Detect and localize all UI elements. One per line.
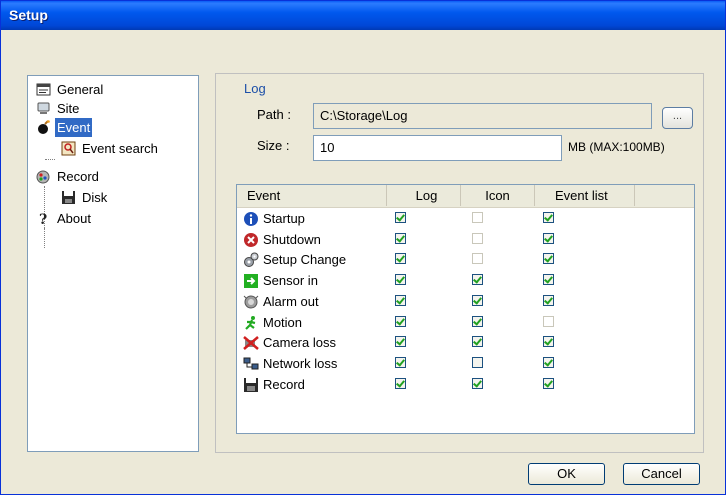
event-icon [38,120,50,134]
event-row[interactable]: Shutdown [237,229,694,250]
log-checkbox[interactable] [395,315,406,327]
tree-item-label: Event [55,118,93,137]
sensor-in-icon [244,274,258,289]
tree-connector [44,186,45,234]
event-row[interactable]: Startup [237,208,694,229]
ok-button[interactable]: OK [528,463,605,485]
log-checkbox[interactable] [395,212,406,223]
tree-item-label: Record [57,169,99,184]
event-search-icon [61,141,76,156]
info-icon [244,212,258,226]
event-list-checkbox[interactable] [543,356,554,368]
column-header-event[interactable]: Event [237,185,387,206]
icon-checkbox[interactable] [472,274,483,286]
column-header-icon[interactable]: Icon [461,185,535,206]
log-group-title: Log [244,81,266,96]
event-row[interactable]: Motion [237,312,694,333]
event-row[interactable]: Record [237,374,694,395]
event-row[interactable]: Setup Change [237,249,694,270]
title-bar[interactable]: Setup [1,1,725,30]
icon-checkbox[interactable] [472,212,483,223]
tree-connector [45,159,55,160]
icon-checkbox[interactable] [472,356,483,368]
tree-item-label: About [57,211,91,226]
size-field[interactable]: 10 [313,135,562,161]
icon-checkbox[interactable] [472,315,483,327]
event-name: Shutdown [263,231,321,247]
network-loss-icon [243,357,259,370]
shutdown-icon [244,232,258,247]
disk-icon [62,191,75,204]
event-name: Network loss [263,355,338,371]
event-row[interactable]: Camera loss [237,332,694,353]
event-list-checkbox[interactable] [543,232,554,244]
site-icon [37,102,50,114]
gears-icon [244,252,259,268]
event-name: Alarm out [263,293,319,309]
event-name: Setup Change [263,252,347,268]
event-list-checkbox[interactable] [543,212,554,223]
icon-checkbox[interactable] [472,294,483,306]
window-title: Setup [9,7,48,23]
camera-loss-icon [243,336,259,351]
event-name: Record [263,376,305,392]
event-row[interactable]: Alarm out [237,291,694,312]
list-header: Event Log Icon Event list [237,185,694,208]
settings-tree[interactable]: General Site Event Event search Record D… [27,75,199,452]
path-field[interactable]: C:\Storage\Log [313,103,652,129]
event-list-checkbox[interactable] [543,377,554,389]
browse-button[interactable]: ... [662,107,693,129]
column-header-log[interactable]: Log [387,185,461,206]
svg-text:?: ? [39,212,47,226]
icon-checkbox[interactable] [472,377,483,389]
log-checkbox[interactable] [395,274,406,286]
event-name: Camera loss [263,335,336,351]
tree-connector [44,228,45,248]
column-header-event-list[interactable]: Event list [535,185,635,206]
tree-item-label: Disk [82,190,108,205]
event-row[interactable]: Network loss [237,353,694,374]
tree-item-label: General [57,82,104,97]
motion-icon [245,315,256,330]
icon-checkbox[interactable] [472,253,483,265]
icon-checkbox[interactable] [472,336,483,348]
event-name: Startup [263,211,305,226]
cancel-button[interactable]: Cancel [623,463,700,485]
event-list-checkbox[interactable] [543,315,554,327]
tree-item-label: Event search [82,141,158,156]
log-checkbox[interactable] [395,253,406,265]
log-checkbox[interactable] [395,232,406,244]
event-list-checkbox[interactable] [543,274,554,286]
tree-item-label: Site [57,101,80,116]
log-checkbox[interactable] [395,336,406,348]
size-label: Size : [257,138,290,153]
record-disk-icon [244,377,258,392]
log-checkbox[interactable] [395,294,406,306]
event-list-checkbox[interactable] [543,294,554,306]
general-icon [36,83,51,96]
log-checkbox[interactable] [395,377,406,389]
event-list-checkbox[interactable] [543,253,554,265]
log-checkbox[interactable] [395,356,406,368]
event-list-checkbox[interactable] [543,336,554,348]
about-icon: ? [39,212,47,226]
alarm-out-icon [243,295,259,309]
path-label: Path : [257,107,291,122]
event-name: Motion [263,314,303,330]
size-unit-label: MB (MAX:100MB) [568,140,665,154]
icon-checkbox[interactable] [472,232,483,244]
event-name: Sensor in [263,273,318,289]
record-icon [36,170,50,184]
event-list[interactable]: Event Log Icon Event list Startup Shutdow… [236,184,695,434]
event-row[interactable]: Sensor in [237,270,694,291]
